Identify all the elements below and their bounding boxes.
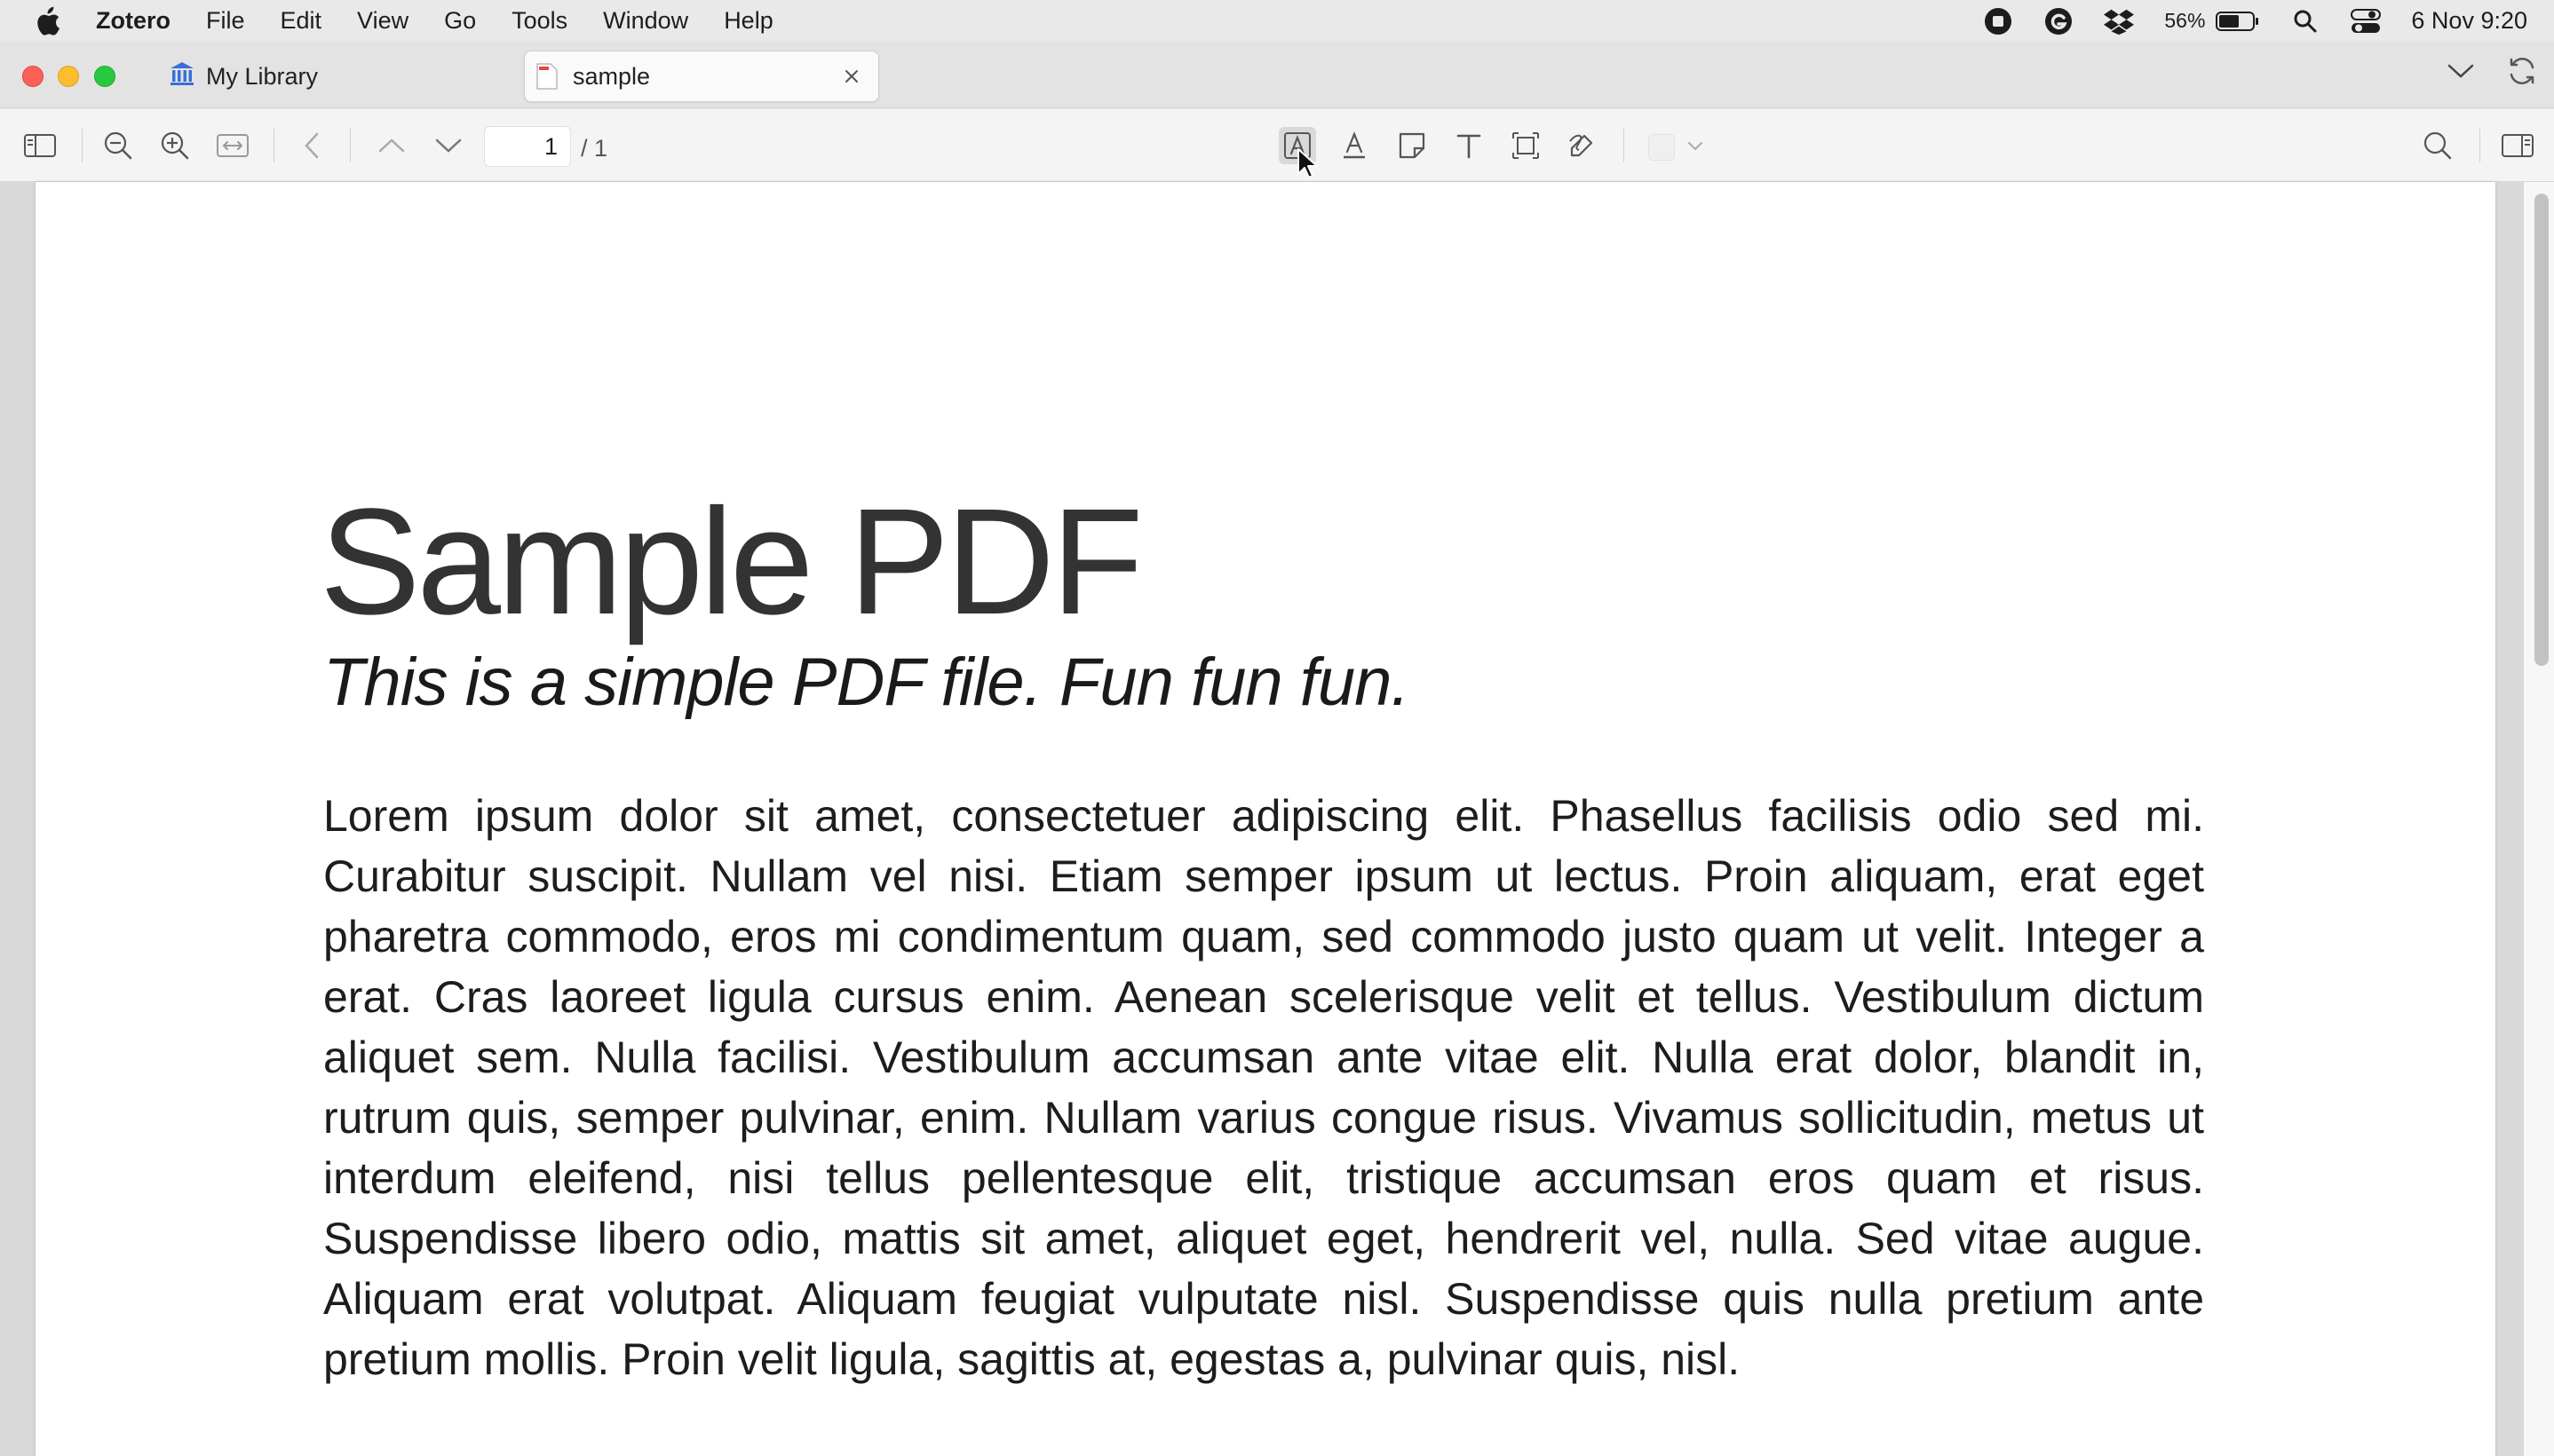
search-icon[interactable] xyxy=(2419,127,2456,164)
grammarly-icon[interactable] xyxy=(2043,6,2074,36)
menu-bar: Zotero File Edit View Go Tools Window He… xyxy=(0,0,2554,42)
previous-page-icon[interactable] xyxy=(373,127,410,164)
close-tab-icon[interactable] xyxy=(839,64,864,89)
menu-tools[interactable]: Tools xyxy=(512,7,567,35)
menu-window[interactable]: Window xyxy=(603,7,688,35)
tab-sample-label: sample xyxy=(573,62,651,90)
sync-icon[interactable] xyxy=(2506,55,2538,91)
menu-view[interactable]: View xyxy=(357,7,408,35)
window-close-button[interactable] xyxy=(22,66,44,87)
page-total: / 1 xyxy=(581,135,608,162)
zoom-page-width-icon[interactable] xyxy=(214,127,251,164)
navigate-back-icon[interactable] xyxy=(293,127,330,164)
tab-my-library[interactable]: My Library xyxy=(169,51,318,101)
screen-record-icon[interactable] xyxy=(1983,6,2013,36)
pdf-subtitle: This is a simple PDF file. Fun fun fun. xyxy=(323,645,1410,720)
menu-file[interactable]: File xyxy=(206,7,245,35)
zoom-in-icon[interactable] xyxy=(156,127,194,164)
pdf-body-text: Lorem ipsum dolor sit amet, consectetuer… xyxy=(323,791,2204,1384)
toggle-context-pane-icon[interactable] xyxy=(2499,127,2536,164)
next-page-icon[interactable] xyxy=(430,127,467,164)
library-icon xyxy=(169,60,195,93)
reader-toolbar: 1 / 1 xyxy=(0,109,2554,182)
menu-go[interactable]: Go xyxy=(444,7,476,35)
battery-icon[interactable] xyxy=(2216,6,2260,36)
note-tool-icon[interactable] xyxy=(1393,127,1431,164)
area-select-tool-icon[interactable] xyxy=(1507,127,1544,164)
toggle-sidebar-icon[interactable] xyxy=(21,127,59,164)
annotation-color-swatch[interactable] xyxy=(1648,134,1675,161)
mouse-cursor-icon xyxy=(1297,147,1318,179)
document-viewer[interactable]: Sample PDF This is a simple PDF file. Fu… xyxy=(0,182,2554,1456)
tab-bar xyxy=(0,42,2554,108)
page-number-input[interactable]: 1 xyxy=(484,126,571,167)
tabs-dropdown-chevron-icon[interactable] xyxy=(2446,60,2476,86)
pdf-page[interactable]: Sample PDF This is a simple PDF file. Fu… xyxy=(36,182,2495,1456)
menubar-clock[interactable]: 6 Nov 9:20 xyxy=(2411,7,2527,35)
pdf-file-icon xyxy=(535,63,559,90)
text-tool-icon[interactable] xyxy=(1450,127,1487,164)
apple-icon[interactable] xyxy=(34,6,60,36)
dropbox-icon[interactable] xyxy=(2104,6,2135,36)
control-center-icon[interactable] xyxy=(2351,6,2382,36)
menu-app-name[interactable]: Zotero xyxy=(96,7,171,35)
menu-edit[interactable]: Edit xyxy=(281,7,322,35)
window-minimize-button[interactable] xyxy=(58,66,79,87)
tab-sample-document[interactable]: sample xyxy=(524,51,879,102)
pdf-title: Sample PDF xyxy=(320,478,1144,646)
underline-tool-icon[interactable] xyxy=(1336,127,1373,164)
scrollbar-thumb[interactable] xyxy=(2534,194,2549,666)
color-dropdown-chevron-icon[interactable] xyxy=(1677,127,1714,164)
battery-percent: 56% xyxy=(2164,9,2206,32)
spotlight-search-icon[interactable] xyxy=(2290,6,2320,36)
menu-help[interactable]: Help xyxy=(724,7,773,35)
window-zoom-button[interactable] xyxy=(94,66,115,87)
tab-my-library-label: My Library xyxy=(206,62,319,90)
zoom-out-icon[interactable] xyxy=(99,127,137,164)
ink-tool-icon[interactable] xyxy=(1564,127,1601,164)
